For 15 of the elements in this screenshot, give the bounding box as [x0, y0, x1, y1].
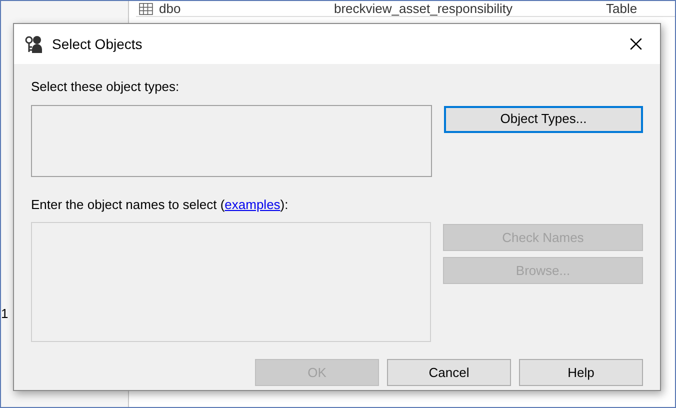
side-text: 1	[1, 305, 8, 323]
dialog-button[interactable]: Help	[519, 359, 643, 386]
object-names-field[interactable]	[31, 222, 431, 342]
schema-cell-text: dbo	[159, 2, 182, 15]
names-label: Enter the object names to select (examples):	[31, 196, 290, 214]
dialog-button[interactable]: Cancel	[387, 359, 511, 386]
dialog-button[interactable]: Object Types...	[444, 106, 643, 132]
object-types-field[interactable]	[31, 104, 432, 176]
window-title: Select Objects	[52, 34, 142, 54]
examples-link[interactable]: examples	[224, 196, 280, 212]
users-icon	[24, 35, 44, 53]
table-name-cell-text: breckview_asset_responsibility	[334, 2, 514, 15]
types-label: Select these object types:	[31, 78, 180, 96]
type-cell: Table	[606, 2, 638, 15]
table-icon	[139, 2, 153, 14]
